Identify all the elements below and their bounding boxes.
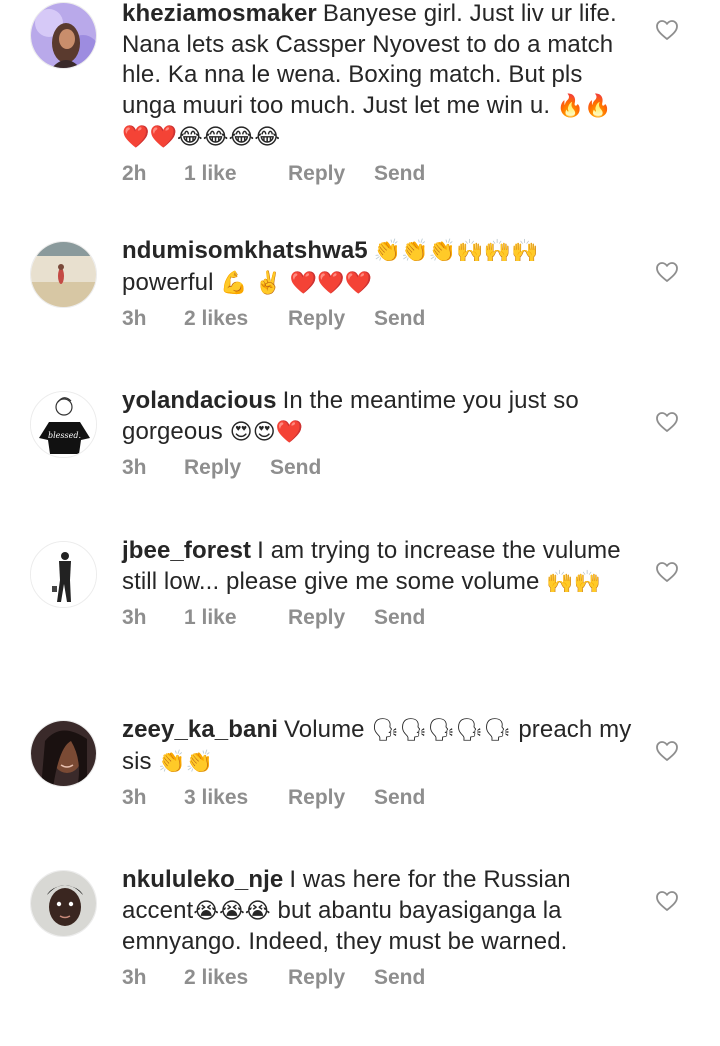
comment-text: zeey_ka_bani Volume 🗣🗣🗣🗣🗣 preach my sis 👏… <box>122 715 632 778</box>
emoji-group: 👏👏 <box>158 749 214 775</box>
reply-button[interactable]: Reply <box>288 966 374 990</box>
username[interactable]: zeey_ka_bani <box>122 716 278 743</box>
likes-count[interactable]: 1 like <box>184 162 288 186</box>
emoji-group: 👏👏👏🙌🙌🙌 <box>373 239 539 264</box>
emoji-group: 😭😭😭 <box>193 898 271 924</box>
send-button[interactable]: Send <box>374 966 425 990</box>
timestamp: 2h <box>122 161 147 185</box>
heart-outline-icon[interactable] <box>655 739 679 763</box>
timestamp: 3h <box>122 965 147 989</box>
avatar[interactable]: blessed. <box>30 391 97 458</box>
avatar[interactable] <box>30 870 97 937</box>
comment-meta: 3h 2 likes Reply Send <box>122 307 632 337</box>
comment-text: kheziamosmaker Banyese girl. Just liv ur … <box>122 0 632 154</box>
comment-meta: 3h 1 like Reply Send <box>122 606 632 636</box>
reply-button[interactable]: Reply <box>184 456 270 480</box>
avatar[interactable] <box>30 241 97 308</box>
send-button[interactable]: Send <box>270 456 321 480</box>
comment-body: powerful <box>122 268 214 296</box>
emoji-group: 💪 ✌️ ❤️❤️❤️ <box>220 270 372 296</box>
heart-outline-icon[interactable] <box>655 560 679 584</box>
username[interactable]: jbee_forest <box>122 537 251 564</box>
send-button[interactable]: Send <box>374 786 425 810</box>
username[interactable]: nkululeko_nje <box>122 866 283 893</box>
send-button[interactable]: Send <box>374 162 425 186</box>
comment-meta: 3h 3 likes Reply Send <box>122 786 632 816</box>
emoji-group: 😍😍❤️ <box>229 419 304 445</box>
reply-button[interactable]: Reply <box>288 162 374 186</box>
comment-text: yolandacious In the meantime you just so … <box>122 386 632 448</box>
emoji-group: 🗣🗣🗣🗣🗣 <box>371 718 512 743</box>
comment-body: Volume <box>283 716 365 743</box>
likes-count[interactable]: 2 likes <box>184 307 288 331</box>
comment-text: nkululeko_nje I was here for the Russian … <box>122 865 632 958</box>
send-button[interactable]: Send <box>374 307 425 331</box>
heart-outline-icon[interactable] <box>655 889 679 913</box>
timestamp: 3h <box>122 307 147 330</box>
timestamp: 3h <box>122 606 147 629</box>
comment-meta: 3h Reply Send <box>122 456 632 486</box>
emoji-group: 🙌🙌 <box>546 569 602 595</box>
likes-count[interactable]: 2 likes <box>184 966 288 990</box>
username[interactable]: ndumisomkhatshwa5 <box>122 237 368 264</box>
comment-text: ndumisomkhatshwa5 👏👏👏🙌🙌🙌 powerful 💪 ✌️ ❤️… <box>122 236 632 299</box>
reply-button[interactable]: Reply <box>288 307 374 331</box>
heart-outline-icon[interactable] <box>655 260 679 284</box>
avatar[interactable] <box>30 2 97 69</box>
heart-outline-icon[interactable] <box>655 18 679 42</box>
reply-button[interactable]: Reply <box>288 606 374 630</box>
svg-text:blessed.: blessed. <box>48 431 81 440</box>
timestamp: 3h <box>122 456 147 479</box>
send-button[interactable]: Send <box>374 606 425 630</box>
heart-outline-icon[interactable] <box>655 410 679 434</box>
comment-text: jbee_forest I am trying to increase the v… <box>122 536 632 598</box>
timestamp: 3h <box>122 786 147 809</box>
reply-button[interactable]: Reply <box>288 786 374 810</box>
comment-meta: 3h 2 likes Reply Send <box>122 966 632 996</box>
username[interactable]: kheziamosmaker <box>122 0 317 27</box>
username[interactable]: yolandacious <box>122 387 277 414</box>
likes-count[interactable]: 3 likes <box>184 786 288 810</box>
avatar[interactable] <box>30 720 97 787</box>
likes-count[interactable]: 1 like <box>184 606 288 630</box>
avatar[interactable] <box>30 541 97 608</box>
comment-meta: 2h 1 like Reply Send <box>122 162 632 192</box>
